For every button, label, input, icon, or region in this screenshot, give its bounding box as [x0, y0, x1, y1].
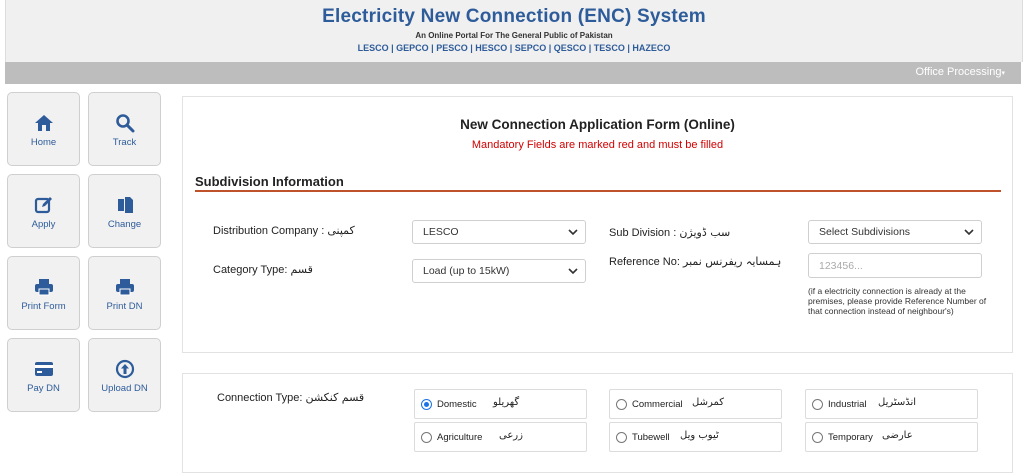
- nav-track-label: Track: [112, 137, 137, 148]
- chevron-down-icon: [568, 268, 578, 275]
- sub-division-value: Select Subdivisions: [819, 226, 911, 238]
- radio-domestic[interactable]: [421, 399, 432, 410]
- nav-change-label: Change: [107, 219, 142, 230]
- radio-industrial[interactable]: [812, 399, 823, 410]
- nav-print-form-label: Print Form: [21, 301, 66, 312]
- tubewell-label: Tubewell: [632, 432, 670, 443]
- category-type-label-text: Category Type:: [213, 264, 288, 276]
- commercial-urdu: کمرشل: [692, 397, 725, 408]
- nav-print-dn-button[interactable]: Print DN: [88, 256, 161, 330]
- temporary-label: Temporary: [828, 432, 873, 443]
- reference-no-urdu: ہمسایہ ریفرنس نمبر: [683, 255, 782, 268]
- office-processing-menu[interactable]: Office Processing▾: [915, 66, 1005, 78]
- home-icon: [34, 115, 53, 131]
- distribution-company-label: Distribution Company : کمپنی: [213, 224, 355, 237]
- edit-icon: [34, 197, 52, 214]
- distribution-company-value: LESCO: [423, 226, 459, 238]
- nav-apply-label: Apply: [31, 219, 56, 230]
- section-divider: [195, 190, 1001, 192]
- nav-apply-button[interactable]: Apply: [7, 174, 80, 248]
- reference-no-input[interactable]: 123456...: [808, 253, 982, 278]
- menu-bar: Office Processing▾: [5, 62, 1021, 84]
- commercial-label: Commercial: [632, 399, 683, 410]
- radio-agriculture[interactable]: [421, 432, 432, 443]
- domestic-urdu: گھریلو: [493, 397, 520, 408]
- nav-home-button[interactable]: Home: [7, 92, 80, 166]
- reference-no-label-text: Reference No:: [609, 256, 680, 268]
- sub-division-label: Sub Division : سب ڈویژن: [609, 226, 730, 239]
- nav-pay-dn-label: Pay DN: [27, 383, 60, 394]
- radio-tubewell[interactable]: [616, 432, 627, 443]
- radio-temporary[interactable]: [812, 432, 823, 443]
- caret-down-icon: ▾: [1001, 70, 1005, 77]
- search-icon: [115, 114, 134, 133]
- distribution-company-urdu: کمپنی: [327, 224, 355, 237]
- nav-print-form-button[interactable]: Print Form: [7, 256, 80, 330]
- connection-option-industrial[interactable]: Industrial انڈسٹریل: [805, 389, 978, 419]
- office-processing-label: Office Processing: [915, 66, 1002, 78]
- reference-no-placeholder: 123456...: [819, 260, 863, 272]
- agriculture-label: Agriculture: [437, 432, 483, 443]
- connection-option-commercial[interactable]: Commercial کمرشل: [609, 389, 782, 419]
- print-icon: [34, 279, 53, 296]
- distribution-company-select[interactable]: LESCO: [412, 220, 586, 244]
- sub-division-label-text: Sub Division :: [609, 227, 677, 239]
- nav-change-button[interactable]: Change: [88, 174, 161, 248]
- distribution-company-label-text: Distribution Company :: [213, 225, 325, 237]
- connection-option-temporary[interactable]: Temporary عارضی: [805, 422, 978, 452]
- nav-print-dn-label: Print DN: [106, 301, 143, 312]
- industrial-urdu: انڈسٹریل: [878, 397, 917, 408]
- form-title: New Connection Application Form (Online): [460, 117, 735, 132]
- connection-option-tubewell[interactable]: Tubewell ٹیوب ویل: [609, 422, 782, 452]
- chevron-down-icon: [964, 229, 974, 236]
- industrial-label: Industrial: [828, 399, 867, 410]
- copy-icon: [117, 197, 133, 213]
- site-subtitle: An Online Portal For The General Public …: [415, 31, 613, 40]
- tubewell-urdu: ٹیوب ویل: [680, 430, 719, 441]
- nav-home-label: Home: [30, 137, 57, 148]
- connection-type-panel: Connection Type: قسم کنکشن Domestic گھری…: [182, 373, 1013, 473]
- connection-type-label: Connection Type: قسم کنکشن: [217, 391, 364, 404]
- connection-type-label-text: Connection Type:: [217, 392, 303, 404]
- reference-hint: (if a electricity connection is already …: [808, 286, 987, 316]
- agriculture-urdu: زرعی: [499, 430, 523, 441]
- section-title: Subdivision Information: [195, 174, 344, 189]
- site-header: Electricity New Connection (ENC) System …: [5, 0, 1023, 62]
- nav-pay-dn-button[interactable]: Pay DN: [7, 338, 80, 412]
- chevron-down-icon: [568, 229, 578, 236]
- category-type-value: Load (up to 15kW): [423, 265, 510, 277]
- nav-upload-dn-button[interactable]: Upload DN: [88, 338, 161, 412]
- temporary-urdu: عارضی: [882, 430, 913, 441]
- nav-track-button[interactable]: Track: [88, 92, 161, 166]
- connection-option-domestic[interactable]: Domestic گھریلو: [414, 389, 587, 419]
- site-title: Electricity New Connection (ENC) System: [322, 6, 706, 27]
- company-list: LESCO | GEPCO | PESCO | HESCO | SEPCO | …: [357, 43, 671, 53]
- sub-division-select[interactable]: Select Subdivisions: [808, 220, 982, 244]
- connection-type-urdu: قسم کنکشن: [305, 391, 365, 404]
- nav-upload-dn-label: Upload DN: [101, 383, 148, 394]
- domestic-label: Domestic: [437, 399, 477, 410]
- connection-option-agriculture[interactable]: Agriculture زرعی: [414, 422, 587, 452]
- card-icon: [34, 362, 53, 376]
- mandatory-note: Mandatory Fields are marked red and must…: [471, 139, 724, 151]
- category-type-label: Category Type: قسم: [213, 263, 313, 276]
- category-type-select[interactable]: Load (up to 15kW): [412, 259, 586, 283]
- radio-commercial[interactable]: [616, 399, 627, 410]
- upload-icon: [115, 359, 134, 379]
- subdivision-panel: New Connection Application Form (Online)…: [182, 96, 1013, 353]
- category-type-urdu: قسم: [290, 263, 313, 276]
- reference-no-label: Reference No: ہمسایہ ریفرنس نمبر: [609, 255, 781, 268]
- sub-division-urdu: سب ڈویژن: [679, 226, 731, 239]
- print-icon: [115, 279, 134, 296]
